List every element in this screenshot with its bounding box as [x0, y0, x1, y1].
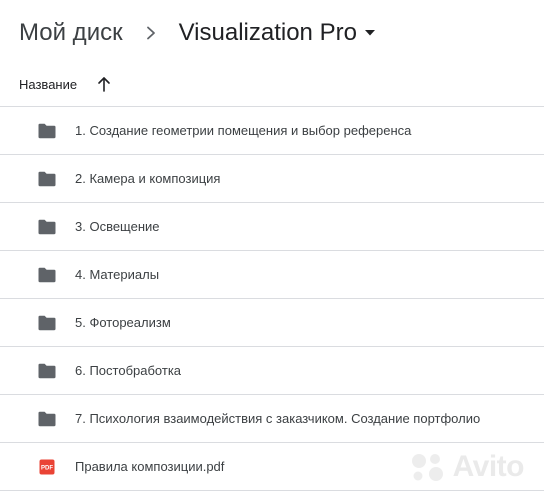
folder-row[interactable]: 6. Постобработка: [0, 347, 544, 395]
item-name: 4. Материалы: [75, 267, 160, 282]
caret-down-icon: [364, 30, 375, 36]
folder-row[interactable]: 3. Освещение: [0, 203, 544, 251]
item-name: 2. Камера и композиция: [75, 171, 221, 186]
svg-text:PDF: PDF: [41, 465, 53, 471]
folder-icon: [37, 121, 57, 141]
folder-row[interactable]: 1. Создание геометрии помещения и выбор …: [0, 107, 544, 155]
breadcrumb: Мой диск Visualization Pro: [19, 14, 375, 52]
item-name: 6. Постобработка: [75, 363, 182, 378]
folder-icon: [37, 361, 57, 381]
file-list: 1. Создание геометрии помещения и выбор …: [0, 107, 544, 491]
item-name: 1. Создание геометрии помещения и выбор …: [75, 123, 412, 138]
folder-icon: [37, 217, 57, 237]
name-column-header[interactable]: Название: [19, 77, 77, 92]
item-name: Правила композиции.pdf: [75, 459, 225, 474]
folder-icon: [37, 169, 57, 189]
folder-row[interactable]: 4. Материалы: [0, 251, 544, 299]
chevron-right-icon: [123, 26, 179, 40]
folder-row[interactable]: 2. Камера и композиция: [0, 155, 544, 203]
file-row[interactable]: PDF Правила композиции.pdf: [0, 443, 544, 491]
item-name: 3. Освещение: [75, 219, 160, 234]
breadcrumb-current-folder[interactable]: Visualization Pro: [179, 19, 375, 47]
item-name: 7. Психология взаимодействия с заказчико…: [75, 411, 481, 426]
breadcrumb-my-drive[interactable]: Мой диск: [19, 19, 123, 47]
drive-folder-view: Мой диск Visualization Pro Название 1. С…: [0, 0, 544, 496]
folder-icon: [37, 313, 57, 333]
folder-row[interactable]: 7. Психология взаимодействия с заказчико…: [0, 395, 544, 443]
folder-icon: [37, 409, 57, 429]
current-folder-label: Visualization Pro: [178, 19, 357, 46]
list-header: Название: [0, 62, 544, 107]
arrow-up-icon[interactable]: [97, 76, 111, 92]
item-name: 5. Фотореализм: [75, 315, 171, 330]
pdf-file-icon: PDF: [37, 457, 57, 477]
folder-icon: [37, 265, 57, 285]
folder-row[interactable]: 5. Фотореализм: [0, 299, 544, 347]
